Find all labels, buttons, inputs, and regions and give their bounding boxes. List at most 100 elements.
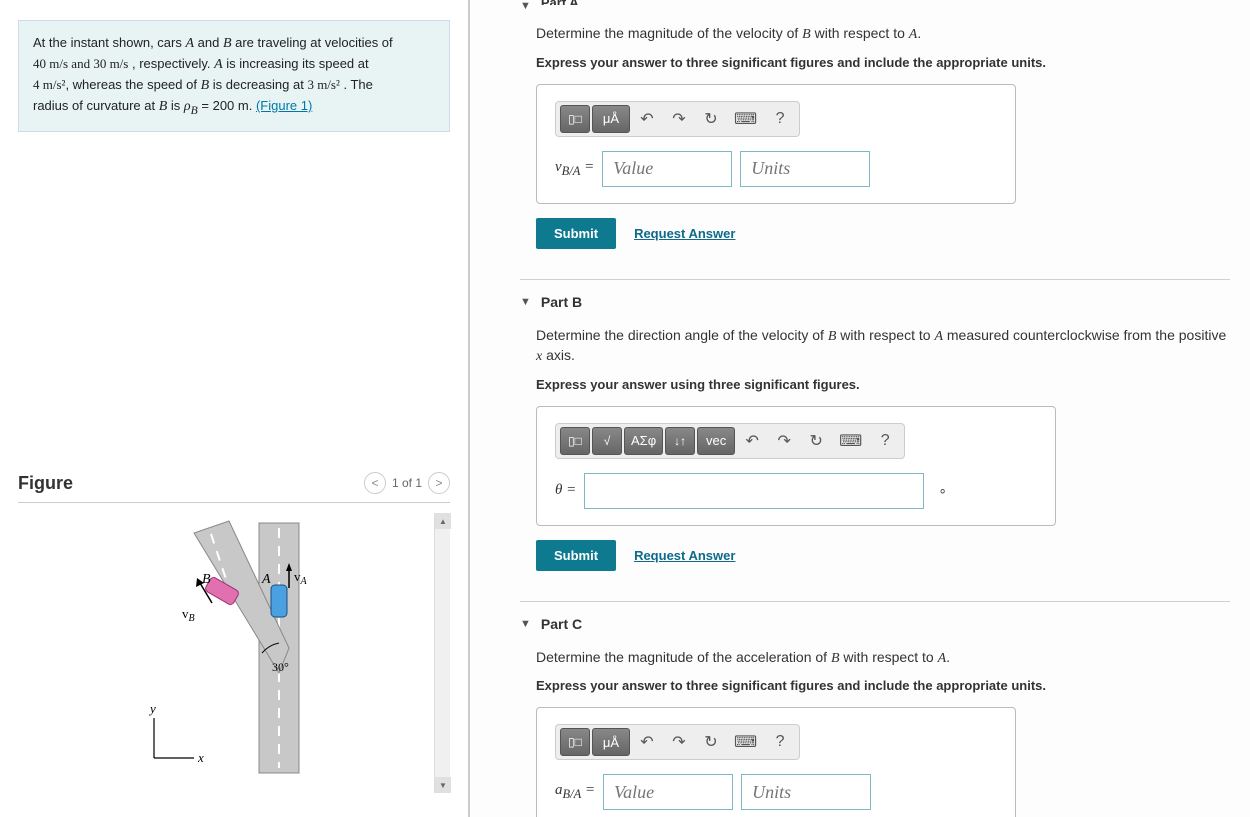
part-a-header-clipped[interactable]: ▼ Part A xyxy=(520,0,1230,18)
part-b-answer-box: ▯□ √ ΑΣφ ↓↑ vec ↶ ↷ ↻ ⌨ ? θ = ∘ xyxy=(536,406,1056,526)
text: = 200 m. xyxy=(198,98,256,113)
figure-scrollbar[interactable]: ▲ ▼ xyxy=(434,513,450,793)
figure-header: Figure < 1 of 1 > xyxy=(18,472,450,503)
part-b-actions: Submit Request Answer xyxy=(536,540,1230,571)
units-menu-icon[interactable]: μÅ xyxy=(592,728,630,756)
redo-icon[interactable]: ↷ xyxy=(664,728,694,756)
part-a-input-row: vB/A = xyxy=(555,151,997,187)
caret-icon: ▼ xyxy=(520,618,531,630)
text: are traveling at velocities of xyxy=(232,35,393,50)
text: and xyxy=(194,35,223,50)
text: measured counterclockwise from the posit… xyxy=(943,327,1226,343)
units-menu-icon[interactable]: μÅ xyxy=(592,105,630,133)
help-icon[interactable]: ? xyxy=(765,728,795,756)
part-a-value-input[interactable] xyxy=(602,151,732,187)
part-b-submit-button[interactable]: Submit xyxy=(536,540,616,571)
text: with respect to xyxy=(811,25,909,41)
part-b-request-answer-link[interactable]: Request Answer xyxy=(634,548,735,563)
label-angle: 30° xyxy=(272,660,289,674)
scroll-up-icon[interactable]: ▲ xyxy=(435,513,451,529)
text: . xyxy=(946,649,950,665)
part-a-actions: Submit Request Answer xyxy=(536,218,1230,249)
help-icon[interactable]: ? xyxy=(765,105,795,133)
text: is decreasing at xyxy=(209,77,307,92)
templates-icon[interactable]: ▯□ xyxy=(560,728,590,756)
text: axis. xyxy=(542,347,575,363)
keyboard-icon[interactable]: ⌨ xyxy=(728,105,763,133)
sqrt-icon[interactable]: √ xyxy=(592,427,622,455)
var-B: B xyxy=(802,27,811,42)
part-a-label-clipped: Part A xyxy=(541,0,579,5)
label-vB: vB xyxy=(182,606,195,624)
figure-section: Figure < 1 of 1 > A xyxy=(18,472,450,793)
part-c-instruction: Express your answer to three significant… xyxy=(536,678,1230,693)
greek-icon[interactable]: ΑΣφ xyxy=(624,427,663,455)
part-c-answer-box: ▯□ μÅ ↶ ↷ ↻ ⌨ ? aB/A = xyxy=(536,707,1016,817)
templates-icon[interactable]: ▯□ xyxy=(560,427,590,455)
keyboard-icon[interactable]: ⌨ xyxy=(728,728,763,756)
var-A: A xyxy=(185,36,194,51)
caret-icon: ▼ xyxy=(520,296,531,308)
undo-icon[interactable]: ↶ xyxy=(632,105,662,133)
figure-link[interactable]: (Figure 1) xyxy=(256,98,312,113)
var-B: B xyxy=(223,36,232,51)
part-b-header[interactable]: ▼ Part B xyxy=(520,279,1230,320)
figure-nav: < 1 of 1 > xyxy=(364,472,450,494)
var-A: A xyxy=(938,651,947,666)
redo-icon[interactable]: ↷ xyxy=(769,427,799,455)
var-A: A xyxy=(934,329,943,344)
keyboard-icon[interactable]: ⌨ xyxy=(833,427,868,455)
part-b-input-row: θ = ∘ xyxy=(555,473,1037,509)
part-b-value-input[interactable] xyxy=(584,473,924,509)
figure-title: Figure xyxy=(18,473,73,494)
label-A: A xyxy=(261,572,271,587)
part-c-units-input[interactable] xyxy=(741,774,871,810)
part-c-prompt: Determine the magnitude of the accelerat… xyxy=(536,648,1230,669)
part-b-var-label: θ = xyxy=(555,482,576,499)
var-rho: ρB xyxy=(184,99,198,114)
undo-icon[interactable]: ↶ xyxy=(632,728,662,756)
next-figure-button[interactable]: > xyxy=(428,472,450,494)
value-aA: 4 m/s² xyxy=(33,77,65,92)
text: with respect to xyxy=(840,649,938,665)
updown-icon[interactable]: ↓↑ xyxy=(665,427,695,455)
part-c-input-row: aB/A = xyxy=(555,774,997,810)
part-a-toolbar: ▯□ μÅ ↶ ↷ ↻ ⌨ ? xyxy=(555,101,800,137)
value-vB: and 30 m/s xyxy=(68,56,128,71)
part-b-label: Part B xyxy=(541,294,582,310)
redo-icon[interactable]: ↷ xyxy=(664,105,694,133)
help-icon[interactable]: ? xyxy=(870,427,900,455)
part-c-label: Part C xyxy=(541,616,582,632)
problem-statement: At the instant shown, cars A and B are t… xyxy=(18,20,450,132)
reset-icon[interactable]: ↻ xyxy=(801,427,831,455)
part-b-instruction: Express your answer using three signific… xyxy=(536,377,1230,392)
var-B: B xyxy=(831,651,840,666)
part-c-value-input[interactable] xyxy=(603,774,733,810)
part-a-submit-button[interactable]: Submit xyxy=(536,218,616,249)
prev-figure-button[interactable]: < xyxy=(364,472,386,494)
text: is increasing its speed at xyxy=(223,56,369,71)
right-panel: ▼ Part A Determine the magnitude of the … xyxy=(470,0,1250,817)
part-c-header[interactable]: ▼ Part C xyxy=(520,601,1230,642)
left-panel: At the instant shown, cars A and B are t… xyxy=(0,0,470,817)
text: Determine the direction angle of the vel… xyxy=(536,327,828,343)
templates-icon[interactable]: ▯□ xyxy=(560,105,590,133)
var-B2: B xyxy=(201,78,210,93)
part-a-units-input[interactable] xyxy=(740,151,870,187)
text: . The xyxy=(340,77,373,92)
part-b-toolbar: ▯□ √ ΑΣφ ↓↑ vec ↶ ↷ ↻ ⌨ ? xyxy=(555,423,905,459)
scroll-down-icon[interactable]: ▼ xyxy=(435,777,451,793)
reset-icon[interactable]: ↻ xyxy=(696,105,726,133)
value-aB: 3 m/s² xyxy=(307,77,339,92)
part-a-request-answer-link[interactable]: Request Answer xyxy=(634,226,735,241)
part-b-body: Determine the direction angle of the vel… xyxy=(520,320,1230,589)
text: Determine the magnitude of the accelerat… xyxy=(536,649,831,665)
reset-icon[interactable]: ↻ xyxy=(696,728,726,756)
undo-icon[interactable]: ↶ xyxy=(737,427,767,455)
figure-page-indicator: 1 of 1 xyxy=(392,476,422,490)
text: radius of curvature at xyxy=(33,98,159,113)
part-c-body: Determine the magnitude of the accelerat… xyxy=(520,642,1230,817)
var-A2: A xyxy=(214,57,223,72)
part-a-instruction: Express your answer to three significant… xyxy=(536,55,1230,70)
vec-icon[interactable]: vec xyxy=(697,427,735,455)
